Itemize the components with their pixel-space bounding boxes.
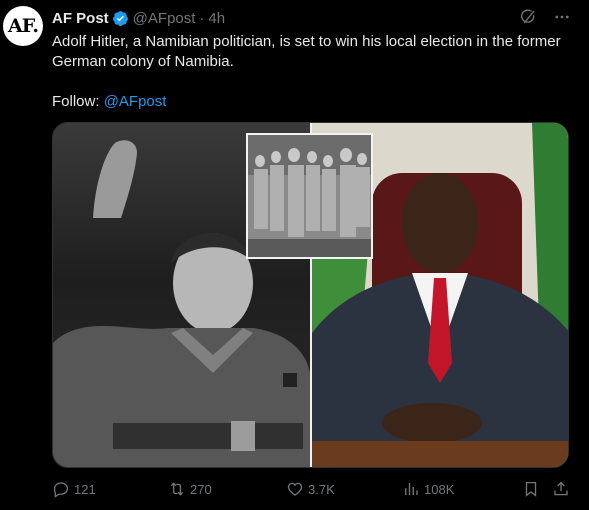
verified-badge-icon [112,10,128,26]
like-action[interactable]: 3.7K [286,480,335,498]
bookmark-action[interactable] [522,480,540,498]
author-name[interactable]: AF Post [52,10,109,27]
follow-handle-link[interactable]: @AFpost [104,93,167,110]
reply-action[interactable]: 121 [52,480,96,498]
share-action[interactable] [552,480,570,498]
reply-count: 121 [74,481,96,497]
follow-line: Follow: @AFpost [52,92,572,112]
image-inset-historical-group-photo [246,133,373,259]
post-time[interactable]: 4h [208,10,225,27]
bookmark-icon [525,481,537,497]
reply-icon [53,482,69,498]
share-icon [554,481,568,496]
more-icon[interactable] [553,8,571,26]
grok-icon[interactable] [519,8,537,26]
post-header: AF Post @AFpost · 4h [52,8,225,28]
follow-label: Follow: [52,93,104,110]
header-separator: · [199,9,205,27]
author-handle[interactable]: @AFpost [133,10,196,27]
views-count: 108K [424,481,455,497]
author-avatar[interactable]: AF. [3,6,43,46]
views-action[interactable]: 108K [402,480,454,498]
post-image[interactable] [52,122,569,468]
like-count: 3.7K [308,481,335,497]
avatar-logo-text: AF. [8,15,39,37]
post-text: Adolf Hitler, a Namibian politician, is … [52,32,572,112]
post-body: Adolf Hitler, a Namibian politician, is … [52,33,561,70]
repost-icon [170,482,184,496]
like-icon [287,482,303,496]
post-top-actions [519,8,571,26]
views-icon [405,483,418,495]
repost-count: 270 [190,481,212,497]
post-actions: 121 270 3.7K 108K [52,480,573,500]
repost-action[interactable]: 270 [168,480,212,498]
